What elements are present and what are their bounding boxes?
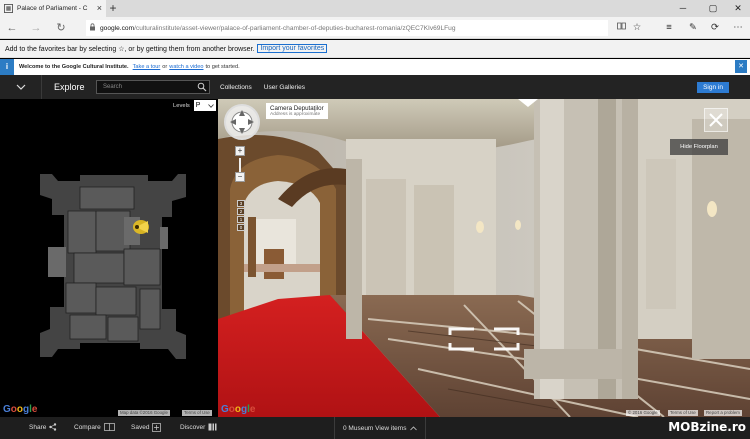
- import-favorites-link[interactable]: Import your favorites: [257, 44, 328, 53]
- floor-button[interactable]: 2: [237, 208, 245, 215]
- user-galleries-link[interactable]: User Galleries: [264, 84, 305, 91]
- watch-video-link[interactable]: watch a video: [169, 64, 203, 70]
- floorplan-panel: Levels P Google Map data ©2016 Google Te…: [0, 99, 218, 417]
- browser-tab[interactable]: Palace of Parliament - C ×: [0, 0, 106, 17]
- more-icon[interactable]: ⋯: [731, 21, 745, 35]
- menu-toggle-button[interactable]: [0, 75, 42, 99]
- map-terms-link[interactable]: Terms of Use: [182, 410, 212, 416]
- favorite-star-icon[interactable]: ☆: [630, 21, 644, 35]
- bottom-toolbar: Share Compare Saved Discover 0 Museum Vi…: [0, 417, 750, 439]
- google-logo: Google: [221, 404, 256, 414]
- site-header: Explore Search Collections User Gallerie…: [0, 75, 750, 99]
- discover-label: Discover: [180, 423, 206, 431]
- favorites-bar: Add to the favorites bar by selecting ☆,…: [0, 40, 750, 58]
- sv-terms-link[interactable]: Terms of Use: [668, 410, 698, 416]
- museum-view-button[interactable]: 0 Museum View items: [334, 417, 427, 439]
- chevron-up-icon: [410, 425, 418, 430]
- take-tour-link[interactable]: Take a tour: [133, 64, 161, 70]
- refresh-icon[interactable]: ↻: [53, 21, 69, 35]
- map-attribution: Map data ©2016 Google: [118, 410, 170, 416]
- search-input[interactable]: Search: [96, 80, 210, 94]
- minimize-icon[interactable]: ─: [671, 0, 695, 17]
- url-field[interactable]: google.com /culturalinstitute/asset-view…: [86, 20, 608, 36]
- window-close-icon[interactable]: ✕: [726, 0, 750, 17]
- zoom-in-button[interactable]: +: [235, 146, 245, 156]
- floor-button[interactable]: 0: [237, 224, 245, 231]
- compass-control[interactable]: [224, 104, 260, 140]
- back-arrow-icon[interactable]: ←: [4, 21, 20, 35]
- museum-view-label: 0 Museum View items: [343, 424, 407, 432]
- notice-or: or: [162, 64, 168, 70]
- browser-window: Palace of Parliament - C × + ─ ▢ ✕ ← → ↻…: [0, 0, 750, 439]
- notice-tail: to get started.: [205, 64, 240, 70]
- saved-icon: [152, 423, 162, 432]
- welcome-notice: i Welcome to the Google Cultural Institu…: [0, 59, 750, 75]
- forward-arrow-icon[interactable]: →: [28, 21, 44, 35]
- collections-link[interactable]: Collections: [220, 84, 252, 91]
- hide-floorplan-button[interactable]: Hide Floorplan: [670, 139, 728, 155]
- share-icon[interactable]: ⟳: [708, 21, 722, 35]
- explore-title[interactable]: Explore: [54, 82, 96, 92]
- floor-button[interactable]: 1: [237, 216, 245, 223]
- floor-button[interactable]: 3: [237, 200, 245, 207]
- google-logo: Google: [3, 404, 38, 414]
- street-view-panel[interactable]: Camera Deputaţilor Address is approximat…: [218, 99, 750, 417]
- notice-close-icon[interactable]: ✕: [735, 60, 747, 73]
- info-icon: i: [0, 59, 14, 75]
- location-subtitle: Address is approximate: [270, 112, 321, 117]
- lock-icon: [89, 23, 96, 33]
- watermark: MOBzine.ro: [668, 420, 746, 434]
- compare-icon: [103, 423, 115, 431]
- reading-view-icon[interactable]: [614, 21, 628, 35]
- web-note-icon[interactable]: ✎: [686, 21, 700, 35]
- url-path: /culturalinstitute/asset-viewer/palace-o…: [134, 24, 456, 32]
- svg-text:Google: Google: [221, 404, 256, 414]
- hub-icon[interactable]: ≡: [662, 21, 676, 35]
- floor-selector: 3 2 1 0: [237, 200, 245, 232]
- compass-icon: [230, 110, 254, 134]
- location-title: Camera Deputaţilor: [270, 105, 324, 112]
- url-host: google.com: [100, 24, 135, 32]
- location-label: Camera Deputaţilor Address is approximat…: [266, 103, 328, 119]
- share-button[interactable]: Share: [29, 423, 57, 431]
- zoom-control: + −: [235, 146, 245, 184]
- close-viewer-button[interactable]: [704, 108, 728, 132]
- sign-in-button[interactable]: Sign in: [697, 82, 729, 93]
- tab-strip: Palace of Parliament - C × + ─ ▢ ✕: [0, 0, 750, 17]
- favorites-prompt: Add to the favorites bar by selecting ☆,…: [5, 45, 255, 53]
- search-placeholder: Search: [103, 84, 123, 90]
- address-bar-row: ← → ↻ google.com /culturalinstitute/asse…: [0, 17, 750, 39]
- zoom-slider[interactable]: [239, 158, 241, 172]
- svg-text:Google: Google: [3, 404, 38, 414]
- maximize-icon[interactable]: ▢: [701, 0, 725, 17]
- discover-button[interactable]: Discover: [180, 423, 217, 431]
- tab-close-icon[interactable]: ×: [97, 3, 102, 13]
- zoom-out-button[interactable]: −: [235, 172, 245, 182]
- compare-label: Compare: [74, 423, 101, 431]
- sv-attribution: © 2016 Google: [626, 410, 660, 416]
- saved-button[interactable]: Saved: [131, 423, 162, 432]
- discover-icon: [208, 423, 217, 431]
- saved-label: Saved: [131, 424, 150, 431]
- welcome-text: Welcome to the Google Cultural Institute…: [19, 64, 129, 70]
- report-problem-link[interactable]: Report a problem: [704, 410, 742, 416]
- floorplan-map[interactable]: [0, 99, 218, 417]
- search-icon[interactable]: [197, 82, 207, 92]
- share-icon: [49, 423, 57, 431]
- share-label: Share: [29, 423, 47, 431]
- new-tab-icon[interactable]: +: [107, 1, 119, 15]
- close-icon: [709, 113, 723, 127]
- tab-title: Palace of Parliament - C: [17, 5, 88, 12]
- chevron-down-icon: [16, 84, 25, 90]
- compare-button[interactable]: Compare: [74, 423, 115, 431]
- tab-favicon-icon: [4, 4, 13, 13]
